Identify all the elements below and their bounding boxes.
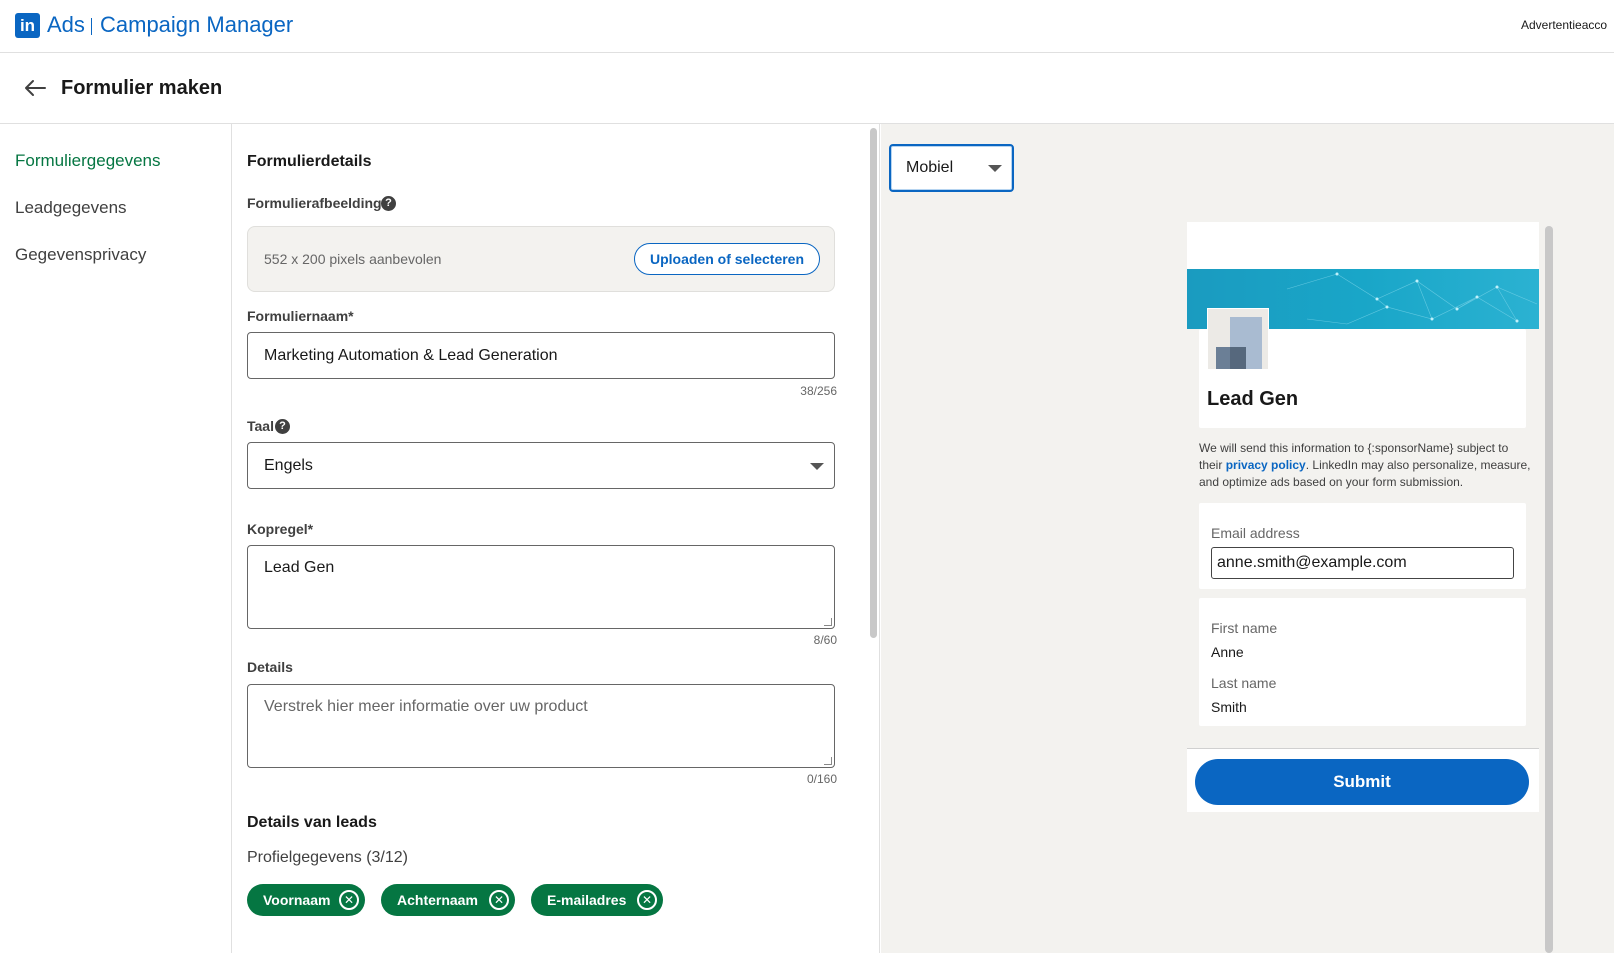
lead-details-heading: Details van leads — [247, 814, 377, 831]
headline-counter: 8/60 — [813, 633, 837, 647]
privacy-notice: We will send this information to {:spons… — [1199, 440, 1531, 491]
chip-label: E-mailadres — [547, 892, 627, 908]
remove-chip-icon[interactable]: ✕ — [489, 890, 509, 910]
last-name-label: Last name — [1211, 675, 1277, 691]
form-panel: Formulierdetails Formulierafbeelding ? 5… — [233, 124, 867, 953]
back-arrow-icon[interactable] — [22, 75, 48, 101]
details-label: Details — [247, 659, 293, 675]
phone-preview: Lead Gen We will send this information t… — [1187, 222, 1539, 953]
preview-scrollbar[interactable] — [1545, 226, 1553, 953]
headline-value: Lead Gen — [264, 559, 335, 576]
help-icon[interactable]: ? — [275, 419, 290, 434]
nav-item-leadgegevens[interactable]: Leadgegevens — [15, 198, 127, 218]
email-field[interactable]: anne.smith@example.com — [1211, 547, 1514, 579]
email-card: Email address anne.smith@example.com — [1199, 503, 1526, 589]
submit-button[interactable]: Submit — [1195, 759, 1529, 805]
details-textarea[interactable]: Verstrek hier meer informatie over uw pr… — [247, 684, 835, 768]
upload-image-button[interactable]: Uploaden of selecteren — [634, 243, 820, 275]
language-select-value: Engels — [264, 457, 313, 474]
linkedin-logo-icon[interactable]: in — [15, 13, 40, 38]
chip-voornaam: Voornaam ✕ — [247, 884, 365, 916]
help-icon[interactable]: ? — [381, 196, 396, 211]
privacy-policy-link[interactable]: privacy policy — [1226, 458, 1306, 472]
email-label: Email address — [1211, 525, 1300, 541]
account-selector[interactable]: Advertentieacco — [1521, 18, 1614, 32]
resize-handle-icon[interactable] — [824, 618, 832, 626]
language-label: Taal — [247, 418, 274, 434]
remove-chip-icon[interactable]: ✕ — [637, 890, 657, 910]
details-counter: 0/160 — [806, 772, 837, 786]
top-header: in Ads Campaign Manager Advertentieacco — [0, 0, 1614, 53]
preview-pane: Mobiel Lead Gen We will send this inform… — [881, 124, 1614, 953]
form-sections-nav: Formuliergegevens Leadgegevens Gegevensp… — [0, 124, 232, 953]
form-name-counter: 38/256 — [800, 384, 837, 398]
preview-headline: Lead Gen — [1207, 388, 1299, 410]
page-title-bar: Formulier maken — [0, 53, 1614, 124]
form-name-input[interactable]: Marketing Automation & Lead Generation — [247, 332, 835, 379]
image-upload-area: 552 x 200 pixels aanbevolen Uploaden of … — [247, 226, 835, 292]
name-card: First name Anne Last name Smith — [1199, 598, 1526, 726]
form-image-label: Formulierafbeelding — [247, 195, 382, 211]
chip-e-mailadres: E-mailadres ✕ — [531, 884, 663, 916]
chevron-down-icon — [810, 463, 824, 470]
scrollbar-thumb[interactable] — [870, 128, 877, 638]
form-scrollbar[interactable] — [866, 124, 880, 953]
submit-footer: Submit — [1187, 748, 1539, 812]
details-placeholder: Verstrek hier meer informatie over uw pr… — [264, 698, 588, 715]
nav-item-gegevensprivacy[interactable]: Gegevensprivacy — [15, 245, 146, 265]
phone-top-bar — [1187, 222, 1539, 270]
headline-label: Kopregel* — [247, 521, 314, 537]
image-size-hint: 552 x 200 pixels aanbevolen — [264, 251, 442, 267]
remove-chip-icon[interactable]: ✕ — [339, 890, 359, 910]
brand-product-label[interactable]: Campaign Manager — [100, 12, 293, 38]
last-name-value[interactable]: Smith — [1211, 699, 1247, 715]
headline-textarea[interactable]: Lead Gen — [247, 545, 835, 629]
page-title: Formulier maken — [61, 77, 223, 99]
nav-item-formuliergegevens[interactable]: Formuliergegevens — [15, 151, 161, 171]
chip-achternaam: Achternaam ✕ — [381, 884, 515, 916]
form-details-heading: Formulierdetails — [247, 153, 372, 170]
resize-handle-icon[interactable] — [824, 757, 832, 765]
chevron-down-icon — [988, 165, 1002, 172]
company-logo-icon — [1207, 308, 1269, 370]
brand-divider — [91, 18, 92, 35]
chip-label: Achternaam — [397, 892, 478, 908]
brand-ads-label[interactable]: Ads — [47, 12, 85, 38]
language-select[interactable]: Engels — [247, 442, 835, 489]
form-name-label: Formuliernaam* — [247, 308, 354, 324]
first-name-label: First name — [1211, 620, 1278, 636]
device-select[interactable]: Mobiel — [889, 144, 1014, 192]
device-select-value: Mobiel — [906, 159, 954, 176]
profile-fields-heading: Profielgegevens (3/12) — [247, 849, 408, 866]
first-name-value[interactable]: Anne — [1211, 644, 1244, 660]
chip-label: Voornaam — [263, 892, 331, 908]
